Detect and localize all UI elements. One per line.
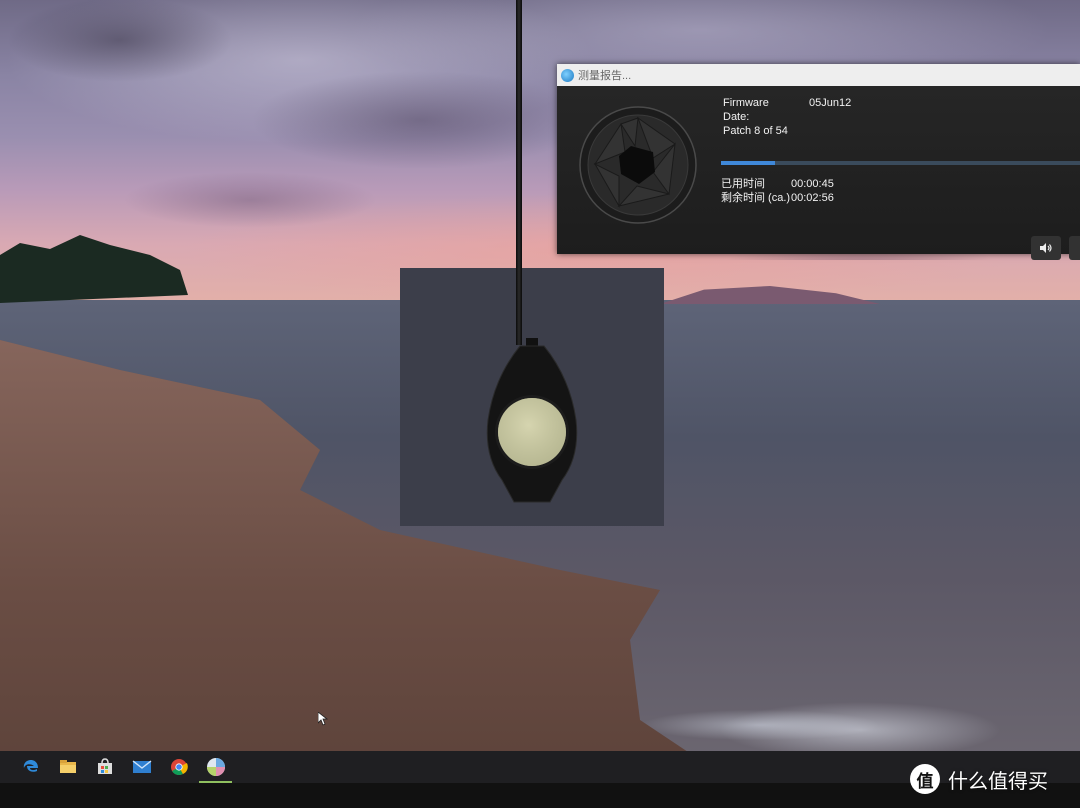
edge-browser-icon xyxy=(23,760,38,772)
mouse-cursor-icon xyxy=(318,712,328,726)
colorimeter-cable xyxy=(516,0,522,345)
taskbar-mail[interactable] xyxy=(123,751,160,783)
file-explorer-icon xyxy=(59,760,76,773)
firmware-value: 05Jun12 xyxy=(809,97,852,109)
window-titlebar[interactable]: 测量报告... xyxy=(557,64,1080,86)
elapsed-value: 00:00:45 xyxy=(791,178,834,190)
window-title: 测量报告... xyxy=(578,70,632,82)
taskbar-edge[interactable] xyxy=(12,751,49,783)
calibration-app-icon xyxy=(206,758,225,776)
remaining-value: 00:02:56 xyxy=(791,192,834,204)
window-body: Firmware Date: 05Jun12 Patch 8 of 54 已用时… xyxy=(557,86,1080,260)
taskbar-edge-spacer xyxy=(0,751,12,783)
store-icon xyxy=(97,758,112,774)
watermark-logo: 值 xyxy=(910,764,940,794)
taskbar-calibration-app[interactable] xyxy=(197,751,234,783)
time-info: 已用时间 00:00:45 剩余时间 (ca.) 00:02:56 xyxy=(721,177,834,205)
chrome-icon xyxy=(170,759,188,776)
watermark-logo-char: 值 xyxy=(916,771,934,792)
taskbar-chrome[interactable] xyxy=(160,751,197,783)
app-logo-icon xyxy=(561,68,574,82)
elapsed-label: 已用时间 xyxy=(721,178,765,190)
volume-button[interactable] xyxy=(1031,236,1061,260)
progress-fill xyxy=(721,161,775,165)
taskbar-explorer[interactable] xyxy=(49,751,86,783)
watermark-text: 什么值得买 xyxy=(948,768,1048,793)
speaker-icon xyxy=(1040,243,1052,253)
remaining-label: 剩余时间 (ca.) xyxy=(721,192,791,204)
patch-progress-text: Patch 8 of 54 xyxy=(723,125,788,137)
mail-icon xyxy=(132,760,151,773)
aperture-icon xyxy=(579,106,697,224)
colorimeter-device xyxy=(486,338,578,503)
watermark: 值 什么值得买 xyxy=(910,764,1048,794)
measurement-info: Firmware Date: 05Jun12 Patch 8 of 54 xyxy=(723,96,851,138)
measurement-window[interactable]: 测量报告... Firmware Date: 05Jun12 Patch 8 o… xyxy=(557,64,1080,260)
progress-bar xyxy=(721,161,1080,165)
more-button[interactable] xyxy=(1069,236,1080,260)
firmware-label: Firmware Date: xyxy=(723,97,769,123)
taskbar-store[interactable] xyxy=(86,751,123,783)
